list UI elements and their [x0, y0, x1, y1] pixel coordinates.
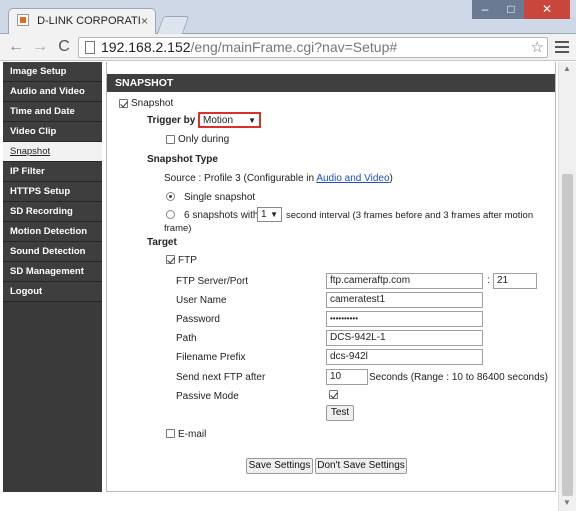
sidebar-item-ip-filter[interactable]: IP Filter: [3, 162, 102, 182]
sidebar-item-snapshot[interactable]: Snapshot: [3, 142, 102, 162]
sidebar-item-video-clip[interactable]: Video Clip: [3, 122, 102, 142]
path-input[interactable]: DCS-942L-1: [326, 330, 483, 346]
url-path: /eng/mainFrame.cgi?nav=Setup#: [190, 39, 398, 55]
sidebar-item-sd-recording[interactable]: SD Recording: [3, 202, 102, 222]
page-scrollbar[interactable]: ▲ ▼: [558, 62, 576, 511]
send-next-input[interactable]: 10: [326, 369, 368, 385]
address-bar[interactable]: 192.168.2.152/eng/mainFrame.cgi?nav=Setu…: [78, 37, 548, 58]
interval-suffix-line2: frame): [164, 223, 192, 234]
setup-sidebar: Image Setup Audio and Video Time and Dat…: [3, 62, 102, 492]
filename-prefix-input[interactable]: dcs-942l: [326, 349, 483, 365]
snapshot-panel: SNAPSHOT Snapshot Trigger by Motion ▼ On…: [106, 62, 556, 492]
send-next-label: Send next FTP after: [176, 372, 266, 383]
passive-mode-checkbox[interactable]: [329, 390, 338, 399]
bookmark-star-icon[interactable]: ☆: [531, 38, 544, 57]
password-input[interactable]: ••••••••••: [326, 311, 483, 327]
reload-icon[interactable]: C: [54, 37, 74, 57]
ftp-port-input[interactable]: 21: [493, 273, 537, 289]
new-tab-button[interactable]: [156, 16, 190, 34]
save-settings-button[interactable]: Save Settings: [246, 458, 313, 474]
email-label: E-mail: [178, 429, 207, 440]
single-snapshot-radio[interactable]: [166, 192, 175, 201]
browser-menu-icon[interactable]: [554, 39, 570, 55]
sidebar-item-sound-detection[interactable]: Sound Detection: [3, 242, 102, 262]
trigger-select[interactable]: Motion ▼: [198, 112, 261, 128]
scrollbar-thumb[interactable]: [562, 174, 573, 496]
only-during-label: Only during: [178, 134, 230, 145]
dropdown-arrow-icon: ▼: [248, 116, 256, 125]
dropdown-arrow-icon: ▼: [270, 210, 278, 219]
sidebar-item-audio-video[interactable]: Audio and Video: [3, 82, 102, 102]
interval-select[interactable]: 1 ▼: [257, 207, 282, 222]
section-title: SNAPSHOT: [107, 74, 555, 92]
source-text: Source : Profile 3 (Configurable in Audi…: [164, 173, 393, 184]
window-close-button[interactable]: ✕: [524, 0, 570, 19]
page-icon: [85, 41, 95, 54]
snapshot-label: Snapshot: [131, 98, 174, 109]
port-separator: :: [487, 275, 490, 286]
window-minimize-button[interactable]: –: [472, 0, 498, 19]
tab-title: D-LINK CORPORATION | W: [37, 15, 141, 28]
single-snapshot-label: Single snapshot: [184, 192, 256, 203]
window-maximize-button[interactable]: □: [498, 0, 524, 19]
sidebar-item-image-setup[interactable]: Image Setup: [3, 62, 102, 82]
filename-prefix-label: Filename Prefix: [176, 352, 246, 363]
tab-close-icon[interactable]: ×: [141, 14, 148, 28]
snapshot-checkbox[interactable]: [119, 99, 128, 108]
browser-tab-bar: D-LINK CORPORATION | W × – □ ✕: [0, 0, 576, 34]
back-arrow-icon[interactable]: ←: [6, 37, 26, 57]
trigger-label: Trigger by: [147, 115, 196, 126]
sidebar-item-time-date[interactable]: Time and Date: [3, 102, 102, 122]
username-label: User Name: [176, 295, 227, 306]
six-snapshots-radio[interactable]: [166, 210, 175, 219]
path-label: Path: [176, 333, 197, 344]
only-during-checkbox[interactable]: [166, 135, 175, 144]
url-host: 192.168.2.152: [101, 39, 191, 55]
target-heading: Target: [147, 237, 177, 248]
audio-video-link[interactable]: Audio and Video: [316, 173, 389, 184]
ftp-server-label: FTP Server/Port: [176, 276, 249, 287]
interval-value: 1: [261, 209, 267, 220]
scroll-down-arrow-icon[interactable]: ▼: [563, 498, 571, 507]
six-snapshots-label: 6 snapshots with: [184, 210, 259, 221]
passive-mode-label: Passive Mode: [176, 391, 239, 402]
sidebar-item-sd-management[interactable]: SD Management: [3, 262, 102, 282]
page-viewport: Image Setup Audio and Video Time and Dat…: [0, 62, 558, 511]
username-input[interactable]: cameratest1: [326, 292, 483, 308]
dlink-favicon-icon: [17, 14, 29, 26]
ftp-checkbox[interactable]: [166, 255, 175, 264]
trigger-value: Motion: [203, 115, 234, 126]
interval-suffix: second interval (3 frames before and 3 f…: [286, 210, 534, 221]
forward-arrow-icon[interactable]: →: [30, 37, 50, 57]
sidebar-item-logout[interactable]: Logout: [3, 282, 102, 302]
scroll-up-arrow-icon[interactable]: ▲: [563, 64, 571, 73]
browser-toolbar: ← → C 192.168.2.152/eng/mainFrame.cgi?na…: [0, 34, 576, 61]
test-button[interactable]: Test: [326, 405, 354, 421]
email-checkbox[interactable]: [166, 429, 175, 438]
dont-save-settings-button[interactable]: Don't Save Settings: [315, 458, 407, 474]
snapshot-type-heading: Snapshot Type: [147, 154, 218, 165]
ftp-server-input[interactable]: ftp.cameraftp.com: [326, 273, 483, 289]
sidebar-item-https-setup[interactable]: HTTPS Setup: [3, 182, 102, 202]
browser-tab[interactable]: D-LINK CORPORATION | W ×: [8, 8, 156, 34]
seconds-range-text: Seconds (Range : 10 to 86400 seconds): [369, 372, 549, 383]
password-label: Password: [176, 314, 220, 325]
sidebar-item-motion-detection[interactable]: Motion Detection: [3, 222, 102, 242]
ftp-label: FTP: [178, 255, 197, 266]
